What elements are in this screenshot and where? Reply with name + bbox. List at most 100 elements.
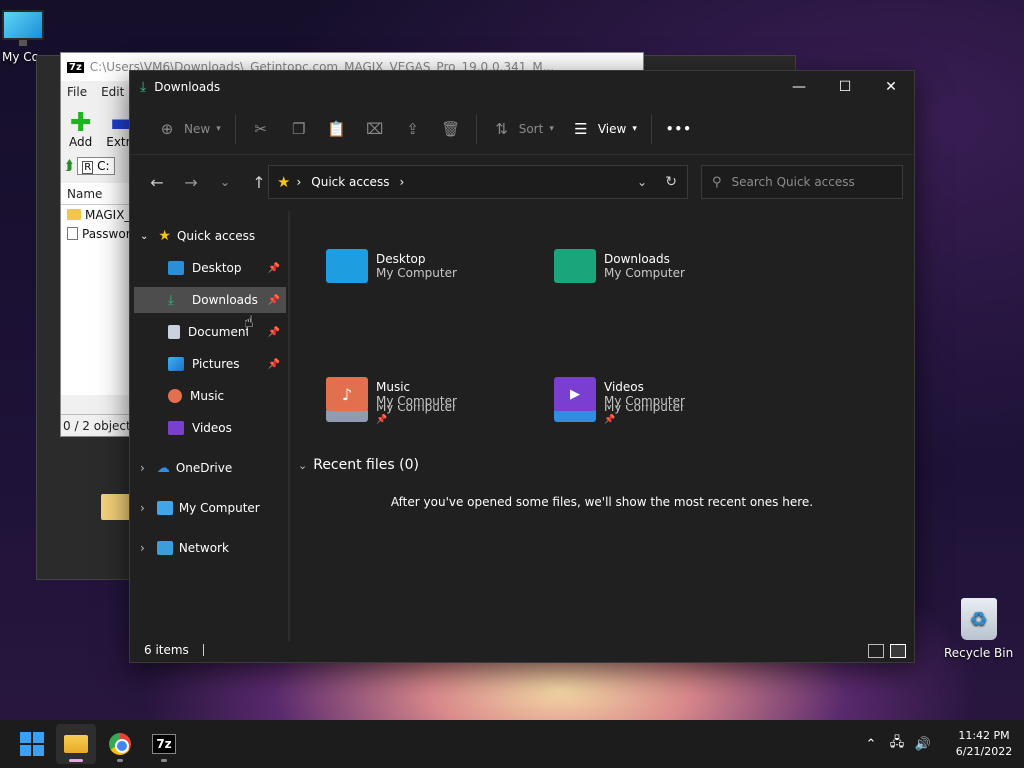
arrow-right-icon: → [184,172,198,192]
sidebar-item-downloads[interactable]: ⤓ Downloads 📌 [134,287,286,313]
chevron-down-icon: ⌄ [298,458,308,472]
explorer-window[interactable]: ⤓ Downloads — ☐ ✕ ⊕ New ▾ ✂ ❐ 📋 ⌧ ⇪ 🗑 ⇅ … [129,70,915,663]
pin-icon[interactable]: 📌 [268,359,280,370]
sidebar-item-desktop[interactable]: Desktop 📌 [134,255,286,281]
taskbar-file-explorer[interactable] [56,724,96,764]
details-view-button[interactable] [868,644,884,658]
folder-icon [64,735,88,753]
monitor-icon [156,501,173,515]
pin-icon: 📌 [376,415,388,425]
chevron-right-icon: › [140,541,145,555]
new-button[interactable]: ⊕ New ▾ [148,111,229,147]
taskbar-7zip[interactable]: 7z [144,724,184,764]
running-indicator [117,759,123,762]
monitor-icon [2,10,44,46]
sidebar-item-quick-access[interactable]: ⌄ ★ Quick access [130,223,286,249]
zip-menu-file[interactable]: File [67,85,87,99]
file-icon [67,227,78,240]
sort-icon: ⇅ [495,119,508,138]
chevron-right-icon: › [140,461,145,475]
desktop-folder-icon[interactable] [101,494,131,520]
tiles-view-button[interactable] [890,644,906,658]
refresh-icon[interactable]: ↻ [665,174,677,190]
divider [234,113,236,144]
taskbar-chrome[interactable] [100,724,140,764]
rename-button[interactable]: ⌧ [356,111,394,147]
sidebar-item-music[interactable]: Music [134,383,286,409]
star-icon: ★ [277,173,291,191]
desktop-icon-label: My Co [2,50,39,64]
desktop-icon-label: Recycle Bin [944,646,1014,660]
view-button[interactable]: ☰ View ▾ [562,111,645,147]
copy-button[interactable]: ❐ [280,111,318,147]
address-bar[interactable]: ★ › Quick access › ⌄ ↻ [268,165,688,199]
recent-files-message: After you've opened some files, we'll sh… [390,495,814,509]
divider [650,113,652,144]
delete-button[interactable]: 🗑 [432,111,470,147]
desktop-icon-recycle-bin[interactable]: ♻ Recycle Bin [944,598,1013,660]
divider [475,113,477,144]
folder-tile-downloads[interactable]: Downloads My Computer [554,249,685,283]
network-icon[interactable]: 🖧 [884,733,910,755]
running-indicator [161,759,167,762]
pin-icon[interactable]: 📌 [268,263,280,274]
download-icon: ⤓ [140,79,147,95]
sort-button[interactable]: ⇅ Sort ▾ [483,111,562,147]
sidebar-item-pictures[interactable]: Pictures 📌 [134,351,286,377]
clock[interactable]: 11:42 PM 6/21/2022 [944,728,1024,760]
share-button[interactable]: ⇪ [394,111,432,147]
recycle-bin-icon: ♻ [960,598,997,640]
sidebar-item-documents[interactable]: Documents 📌 [134,319,286,345]
forward-button[interactable]: → [176,167,206,197]
maximize-button[interactable]: ☐ [822,71,868,103]
downloads-folder-icon [554,249,596,283]
zip-address-input[interactable]: R C: [77,157,115,175]
chevron-right-icon: › [140,501,145,515]
address-dropdown-icon[interactable]: ⌄ [637,175,647,189]
sidebar-item-my-computer[interactable]: › My Computer [130,495,286,521]
chevron-down-icon: ▾ [216,123,221,134]
more-button[interactable]: ••• [658,111,700,147]
video-icon [168,421,184,435]
pin-icon[interactable]: 📌 [268,327,280,338]
start-button[interactable] [12,724,52,764]
address-location[interactable]: Quick access [311,175,389,189]
7zip-logo-icon: 7z [67,61,84,73]
clock-date: 6/21/2022 [955,745,1013,758]
volume-icon[interactable]: 🔊 [910,737,936,752]
chrome-icon [109,733,131,755]
zip-menu-edit[interactable]: Edit [101,85,124,99]
pin-icon[interactable]: 📌 [268,295,280,306]
window-title: Downloads [154,80,221,94]
arrow-left-icon: ← [150,172,164,192]
videos-folder-icon: ▶ [554,377,596,411]
share-icon: ⇪ [406,119,419,138]
sidebar-item-network[interactable]: › Network [130,535,286,561]
chevron-up-icon[interactable]: ⌃ [858,737,884,752]
sidebar-item-videos[interactable]: Videos [134,415,286,441]
cloud-icon: ☁ [156,460,170,476]
search-input[interactable]: ⚲ Search Quick access [701,165,903,199]
up-folder-icon[interactable]: ⮭ [65,158,73,174]
desktop-icon [168,261,184,275]
folder-tile-music-visible[interactable]: ♪ Music My Computer [326,377,457,411]
folder-tile-desktop[interactable]: Desktop My Computer [326,249,457,283]
folder-tile-videos[interactable]: ▶ Videos My Computer [554,377,685,411]
back-button[interactable]: ← [142,167,172,197]
recent-locations-button[interactable]: ⌄ [210,167,240,197]
cut-button[interactable]: ✂ [242,111,280,147]
music-folder-icon: ♪ [326,377,368,411]
item-count: 6 items [144,643,189,657]
minimize-button[interactable]: — [776,71,822,103]
paste-button[interactable]: 📋 [318,111,356,147]
sidebar-item-onedrive[interactable]: › ☁ OneDrive [130,455,286,481]
recent-files-header[interactable]: ⌄ Recent files (0) [298,457,419,473]
clock-time: 11:42 PM [958,729,1010,742]
divider [202,644,204,656]
star-icon: ★ [158,228,171,244]
zip-add-button[interactable]: ✚ Add [69,110,92,149]
arrow-up-icon: ↑ [252,172,266,192]
close-button[interactable]: ✕ [868,71,914,103]
system-tray: ⌃ 🖧 🔊 11:42 PM 6/21/2022 [858,720,1024,768]
taskbar: 7z ⌃ 🖧 🔊 11:42 PM 6/21/2022 [0,720,1024,768]
